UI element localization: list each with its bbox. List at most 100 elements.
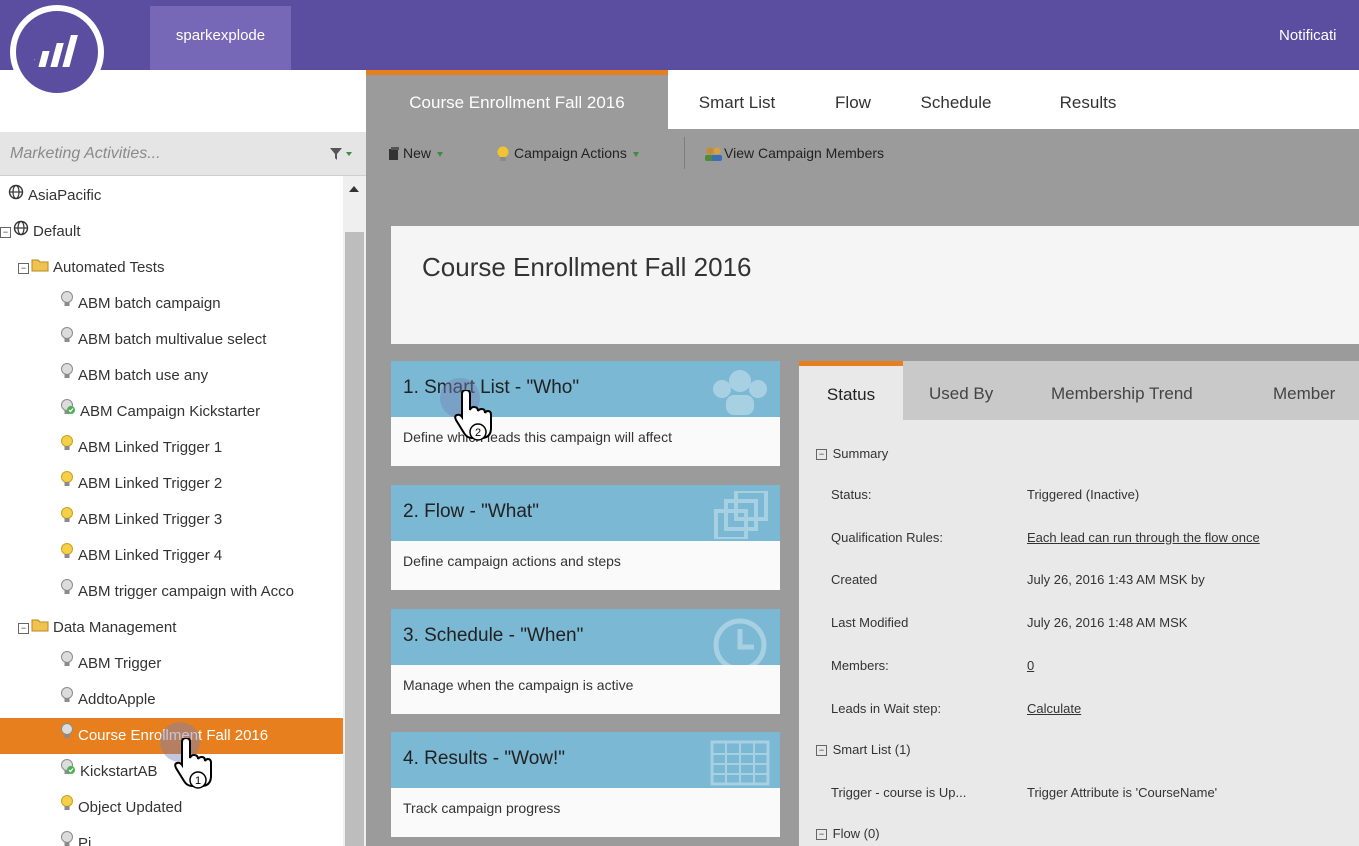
tree-item[interactable]: − Automated Tests	[0, 250, 343, 286]
bulb-gray-icon	[60, 718, 74, 754]
tab-smart-list[interactable]: Smart List	[678, 70, 796, 129]
collapse-icon: −	[816, 449, 827, 461]
marketo-logo[interactable]	[10, 5, 104, 99]
qualification-rules-label: Qualification Rules:	[831, 530, 943, 545]
tab-status[interactable]: Status	[799, 361, 903, 420]
search-input[interactable]	[8, 140, 302, 168]
card-flow[interactable]: 2. Flow - "What" Define campaign actions…	[391, 485, 780, 590]
tree-item[interactable]: ABM trigger campaign with Acco	[0, 574, 343, 610]
tab-used-by[interactable]: Used By	[929, 361, 993, 420]
tree-item-label: AsiaPacific	[28, 187, 102, 204]
toolbar-divider	[684, 137, 685, 169]
tree-item-label: ABM batch use any	[78, 367, 209, 384]
tree-item-label: Pi	[78, 835, 92, 846]
summary-section[interactable]: − Summary	[816, 446, 888, 461]
tab-campaign[interactable]: Course Enrollment Fall 2016	[366, 70, 668, 129]
bulb-gray-icon	[60, 646, 74, 682]
bulb-yellow-icon	[60, 466, 74, 502]
tree-item-label: ABM Linked Trigger 1	[78, 439, 223, 456]
smart-list-section[interactable]: − Smart List (1)	[816, 742, 911, 757]
created-value: July 26, 2016 1:43 AM MSK by	[1027, 572, 1205, 587]
tree-item[interactable]: Pi	[0, 826, 343, 846]
main-tab-bar: Course Enrollment Fall 2016 Smart List F…	[366, 70, 1359, 129]
tree-item[interactable]: ABM Linked Trigger 4	[0, 538, 343, 574]
hand-cursor-icon: 1	[174, 738, 212, 789]
table-grid-icon	[710, 740, 770, 786]
bulb-gray-icon	[60, 826, 74, 846]
card-results[interactable]: 4. Results - "Wow!" Track campaign progr…	[391, 732, 780, 837]
filter-icon[interactable]	[328, 144, 360, 164]
card-description: Track campaign progress	[403, 800, 561, 816]
tab-flow[interactable]: Flow	[818, 70, 888, 129]
collapse-icon: −	[816, 745, 827, 757]
tree-item-label: Default	[33, 223, 81, 240]
scrollbar-thumb[interactable]	[345, 232, 364, 846]
hand-cursor-icon: 2	[454, 390, 492, 441]
bulb-gray-icon	[60, 286, 74, 322]
tab-schedule[interactable]: Schedule	[906, 70, 1006, 129]
clock-icon	[713, 618, 767, 671]
tree-item-label: ABM trigger campaign with Acco	[78, 583, 294, 600]
tree-item-label: ABM Campaign Kickstarter	[80, 403, 261, 420]
tree-item-label: ABM batch multivalue select	[78, 331, 267, 348]
workspace-tab[interactable]: sparkexplode	[150, 6, 291, 70]
bulb-gray-icon	[60, 322, 74, 358]
tree-item[interactable]: AsiaPacific	[0, 178, 343, 214]
bulb-yellow-icon	[497, 146, 509, 162]
card-title: 3. Schedule - "When"	[403, 625, 584, 646]
tree-item-label: ABM Linked Trigger 4	[78, 547, 223, 564]
tree-item[interactable]: ABM batch multivalue select	[0, 322, 343, 358]
tree-item[interactable]: ABM Linked Trigger 1	[0, 430, 343, 466]
status-panel: Status Used By Membership Trend Member −…	[799, 361, 1359, 846]
tree-item[interactable]: ABM Linked Trigger 2	[0, 466, 343, 502]
sidebar-scrollbar[interactable]	[343, 176, 366, 846]
card-title: 2. Flow - "What"	[403, 501, 539, 522]
collapse-icon[interactable]: −	[18, 262, 29, 274]
tree-item-label: Object Updated	[78, 799, 183, 816]
qualification-rules-link[interactable]: Each lead can run through the flow once	[1027, 530, 1260, 545]
card-description: Define campaign actions and steps	[403, 553, 621, 569]
tree-item[interactable]: ABM batch use any	[0, 358, 343, 394]
summary-label: Summary	[832, 446, 889, 461]
view-campaign-members-button[interactable]: View Campaign Members	[704, 129, 884, 176]
tree-item[interactable]: ABM Linked Trigger 3	[0, 502, 343, 538]
calculate-link[interactable]: Calculate	[1027, 701, 1081, 716]
tree-item-label: ABM Linked Trigger 2	[78, 475, 223, 492]
flow-section[interactable]: − Flow (0)	[816, 826, 880, 841]
tree-item[interactable]: ABM Trigger	[0, 646, 343, 682]
tab-membership-trend[interactable]: Membership Trend	[1051, 361, 1193, 420]
new-button[interactable]: New	[388, 129, 444, 176]
tree-item[interactable]: − Data Management	[0, 610, 343, 646]
top-bar: sparkexplode Notificati	[0, 0, 1359, 70]
tree-item[interactable]: ABM batch campaign	[0, 286, 343, 322]
tree-item[interactable]: Object Updated	[0, 790, 343, 826]
folder-icon	[31, 610, 49, 646]
tab-results[interactable]: Results	[1038, 70, 1138, 129]
campaign-actions-button[interactable]: Campaign Actions	[496, 129, 639, 176]
people-group-icon	[713, 370, 767, 415]
notifications-link[interactable]: Notificati	[1273, 6, 1359, 66]
card-header: 4. Results - "Wow!"	[391, 732, 780, 788]
tree-item[interactable]: AddtoApple	[0, 682, 343, 718]
members-count-link[interactable]: 0	[1027, 658, 1034, 673]
toolbar: New Campaign Actions View Campaign Membe…	[366, 129, 1359, 176]
view-campaign-members-label: View Campaign Members	[724, 145, 885, 161]
card-header: 2. Flow - "What"	[391, 485, 780, 541]
collapse-icon[interactable]: −	[18, 622, 29, 634]
tab-members[interactable]: Member	[1273, 361, 1335, 420]
collapse-icon: −	[816, 829, 827, 841]
card-description: Manage when the campaign is active	[403, 677, 634, 693]
status-label: Status:	[831, 487, 872, 502]
collapse-icon[interactable]: −	[0, 226, 11, 238]
new-doc-icon	[389, 147, 399, 161]
tree-item-label: ABM Trigger	[78, 655, 162, 672]
smart-list-section-label: Smart List (1)	[832, 742, 911, 757]
card-schedule[interactable]: 3. Schedule - "When" Manage when the cam…	[391, 609, 780, 714]
stacked-pages-icon	[714, 491, 768, 539]
last-modified-label: Last Modified	[831, 615, 909, 630]
scroll-up-arrow-icon[interactable]	[349, 186, 359, 192]
flow-section-label: Flow (0)	[832, 826, 880, 841]
sidebar-search-row	[0, 132, 366, 176]
tree-item[interactable]: ABM Campaign Kickstarter	[0, 394, 343, 430]
tree-item[interactable]: − Default	[0, 214, 343, 250]
